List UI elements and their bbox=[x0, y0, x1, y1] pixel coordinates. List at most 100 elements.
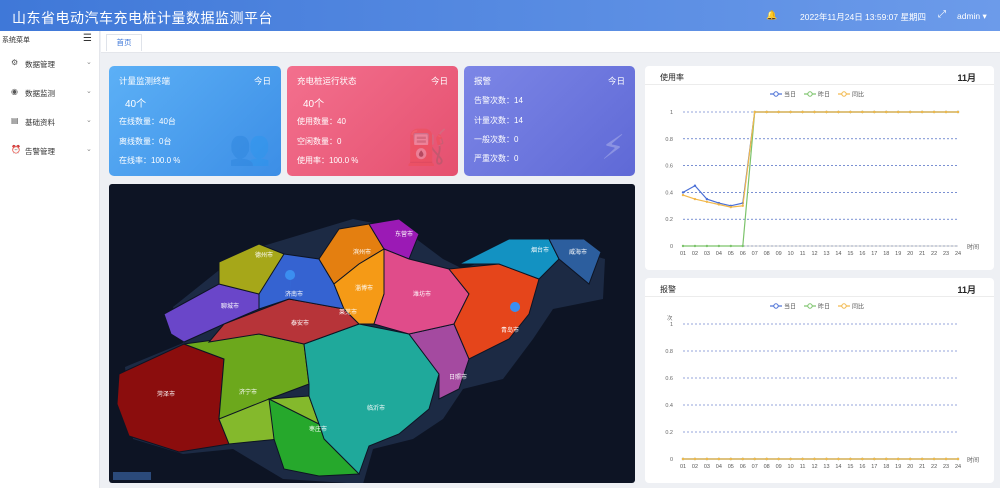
card-period: 今日 bbox=[253, 76, 271, 86]
data-point bbox=[753, 457, 756, 461]
x-tick-label: 15 bbox=[847, 464, 853, 470]
city-label: 滨州市 bbox=[353, 248, 371, 256]
card-line: 使用数量：40 bbox=[297, 117, 346, 126]
legend-label: 当日 bbox=[784, 91, 796, 99]
x-tick-label: 02 bbox=[692, 251, 698, 257]
chart-month[interactable]: 11月 bbox=[957, 283, 976, 296]
city-label: 莱芜市 bbox=[339, 308, 357, 316]
card-line: 使用率：100.0 % bbox=[297, 156, 359, 165]
x-tick-label: 19 bbox=[895, 251, 901, 257]
legend-label: 昨日 bbox=[818, 303, 830, 311]
data-point bbox=[825, 457, 828, 461]
x-tick-label: 18 bbox=[883, 464, 889, 470]
shandong-map[interactable]: 滨州市 东营市 德州市 淄博市 潍坊市 烟台市 威海市 聊城市 济南市 莱芜市 … bbox=[109, 184, 635, 483]
chevron-down-icon: ⌄ bbox=[86, 88, 92, 95]
fullscreen-icon[interactable]: ⤢ bbox=[938, 9, 946, 20]
sidebar-item-data-monitor[interactable]: ◉ 数据监测 ⌄ bbox=[0, 84, 100, 102]
sidebar-item-basic-info[interactable]: ▤ 基础资料 ⌄ bbox=[0, 113, 100, 131]
city-label: 东营市 bbox=[395, 230, 413, 238]
x-tick-label: 12 bbox=[811, 251, 817, 257]
card-title: 充电桩运行状态 bbox=[297, 76, 357, 86]
chart-month[interactable]: 11月 bbox=[957, 71, 976, 84]
data-point bbox=[897, 457, 900, 461]
data-point bbox=[765, 457, 768, 461]
legend-marker bbox=[841, 303, 847, 309]
document-icon: ▤ bbox=[11, 116, 19, 125]
series-line bbox=[683, 111, 958, 247]
data-point bbox=[825, 110, 828, 114]
data-point bbox=[944, 110, 948, 114]
city-label: 枣庄市 bbox=[309, 425, 327, 433]
x-tick-label: 08 bbox=[764, 251, 770, 257]
app-title: 山东省电动汽车充电桩计量数据监测平台 bbox=[12, 10, 273, 26]
legend-label: 当日 bbox=[784, 303, 796, 311]
x-axis-label: 时间 bbox=[967, 243, 979, 251]
sidebar-item-label: 数据管理 bbox=[25, 60, 55, 69]
x-tick-label: 05 bbox=[728, 464, 734, 470]
menu-toggle-icon[interactable]: ☰ bbox=[83, 33, 92, 44]
charger-icon: ⛽ bbox=[405, 129, 448, 167]
data-point bbox=[813, 457, 816, 461]
legend-label: 同比 bbox=[852, 303, 864, 311]
x-tick-label: 14 bbox=[835, 464, 841, 470]
y-tick-label: 0.8 bbox=[665, 349, 673, 355]
city-label: 济宁市 bbox=[239, 388, 257, 396]
city-label: 日照市 bbox=[449, 373, 467, 381]
data-point bbox=[717, 457, 721, 461]
terminal-stat-card: 计量监测终端 今日 40个 在线数量：40台 离线数量：0台 在线率：100.0… bbox=[109, 66, 281, 176]
data-point bbox=[920, 457, 924, 461]
map-svg: 滨州市 东营市 德州市 淄博市 潍坊市 烟台市 威海市 聊城市 济南市 莱芜市 … bbox=[116, 218, 605, 483]
y-tick-label: 0.6 bbox=[665, 376, 673, 382]
x-tick-label: 02 bbox=[692, 464, 698, 470]
x-tick-label: 21 bbox=[919, 251, 925, 257]
data-point bbox=[741, 244, 744, 248]
legend-marker bbox=[773, 303, 779, 309]
data-point bbox=[849, 110, 852, 114]
y-tick-label: 1 bbox=[670, 110, 673, 116]
card-line: 严重次数：0 bbox=[474, 154, 519, 163]
sidebar-item-data-management[interactable]: ⚙ 数据管理 ⌄ bbox=[0, 55, 100, 73]
data-point bbox=[753, 110, 756, 114]
data-point bbox=[741, 204, 744, 207]
y-tick-label: 0.4 bbox=[665, 190, 673, 196]
data-point bbox=[932, 457, 936, 461]
data-point bbox=[873, 110, 876, 114]
card-line: 在线数量：40台 bbox=[119, 117, 176, 126]
map-logo bbox=[113, 472, 151, 480]
legend-label: 同比 bbox=[852, 91, 864, 99]
x-tick-label: 04 bbox=[716, 464, 722, 470]
data-point bbox=[813, 110, 816, 114]
x-tick-label: 16 bbox=[859, 464, 865, 470]
data-point bbox=[729, 205, 733, 209]
alarm-chart: 当日 昨日 同比 0 0.2 0.4 0.6 0.8 1次 01 02 03 04 05 06 07 08 09 1… bbox=[665, 303, 979, 471]
legend-label: 昨日 bbox=[818, 91, 830, 99]
x-tick-label: 01 bbox=[680, 251, 686, 257]
usage-rate-chart-card: 使用率 11月 当日 昨日 同比 0 0.2 0.4 0.6 0.8 1 01 02 03 04 05 06… bbox=[645, 66, 994, 270]
data-point bbox=[932, 110, 936, 114]
card-line: 一般次数：0 bbox=[474, 135, 519, 144]
city-label: 淄博市 bbox=[355, 284, 373, 292]
data-point bbox=[789, 457, 792, 461]
series-line bbox=[682, 111, 958, 208]
x-tick-label: 06 bbox=[740, 251, 746, 257]
data-point bbox=[693, 197, 697, 201]
x-tick-label: 22 bbox=[931, 251, 937, 257]
data-point bbox=[801, 110, 804, 114]
tab-bar: 首页 bbox=[101, 31, 1000, 53]
city-label: 菏泽市 bbox=[157, 390, 175, 398]
sidebar-item-alarm[interactable]: ⏰ 告警管理 ⌄ bbox=[0, 142, 100, 160]
data-point bbox=[849, 457, 852, 461]
user-menu[interactable]: admin ▾ bbox=[957, 11, 987, 22]
bell-icon[interactable]: 🔔 bbox=[766, 10, 777, 21]
data-point bbox=[765, 110, 768, 114]
tab-home[interactable]: 首页 bbox=[106, 34, 142, 51]
data-point bbox=[789, 110, 792, 114]
x-tick-label: 05 bbox=[728, 251, 734, 257]
data-point bbox=[717, 203, 721, 206]
card-line: 离线数量：0台 bbox=[119, 137, 172, 146]
x-tick-label: 19 bbox=[895, 464, 901, 470]
data-point bbox=[729, 244, 733, 248]
x-axis-label: 时间 bbox=[967, 456, 979, 464]
region-heze bbox=[116, 343, 230, 453]
sidebar: 系统菜单 ☰ ⚙ 数据管理 ⌄ ◉ 数据监测 ⌄ ▤ 基础资料 ⌄ ⏰ 告警管理… bbox=[0, 31, 100, 488]
